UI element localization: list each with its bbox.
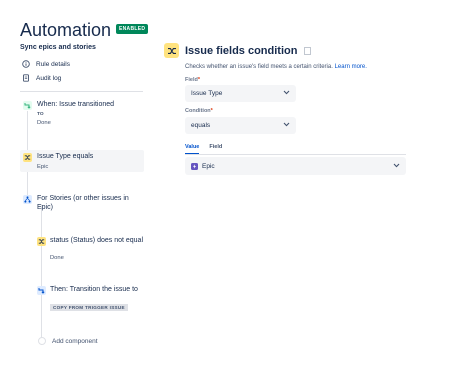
copy-icon[interactable] (303, 47, 311, 56)
chevron-down-icon (393, 163, 400, 170)
rule-details-label: Rule details (36, 60, 70, 68)
rule-details-link[interactable]: Rule details (22, 60, 70, 68)
audit-log-label: Audit log (36, 74, 62, 82)
audit-log-link[interactable]: Audit log (22, 74, 61, 82)
shuffle-icon (23, 153, 32, 162)
condition-value: Epic (37, 164, 49, 170)
epic-icon (191, 162, 198, 170)
value-select[interactable]: Epic (185, 157, 406, 175)
add-component-button[interactable]: Add component (38, 337, 98, 345)
value-field-tabs: Value Field (185, 144, 222, 154)
condition-label-text: Condition (185, 108, 211, 114)
panel-title: Issue fields condition (185, 45, 311, 57)
info-icon (22, 60, 30, 68)
tab-field[interactable]: Field (209, 144, 222, 154)
condition-label: Condition* (185, 108, 213, 114)
panel-title-text: Issue fields condition (185, 45, 298, 57)
value-select-content: Epic (191, 162, 215, 170)
condition-component[interactable]: Issue Type equals Epic (20, 151, 144, 173)
field-label: Field* (185, 77, 200, 83)
page-title: Automation (20, 20, 112, 40)
chevron-down-icon (283, 90, 290, 97)
chevron-down-icon (283, 122, 290, 129)
shuffle-icon (37, 237, 46, 246)
shuffle-icon (164, 43, 179, 58)
add-dot-icon (38, 337, 46, 345)
trigger-to-label: TO (37, 112, 44, 117)
trigger-component[interactable]: When: Issue transitioned TO Done (20, 100, 144, 130)
rule-name: Sync epics and stories (20, 44, 96, 51)
add-component-label: Add component (52, 337, 98, 345)
transition-icon (23, 101, 32, 110)
tab-value[interactable]: Value (185, 144, 200, 154)
branch-condition-value: Done (50, 255, 64, 261)
transition-icon (37, 286, 46, 295)
branch-icon (23, 195, 32, 204)
required-mark: * (197, 77, 200, 83)
timeline-line (41, 205, 42, 345)
field-label-text: Field (185, 77, 198, 83)
trigger-title: When: Issue transitioned (37, 101, 115, 108)
learn-more-link[interactable]: Learn more. (335, 64, 367, 70)
action-title: Then: Transition the issue to (50, 286, 138, 293)
condition-select-value: equals (191, 122, 211, 129)
sidebar-divider (20, 91, 143, 92)
condition-select[interactable]: equals (185, 117, 296, 134)
copy-tag: COPY FROM TRIGGER ISSUE (50, 304, 128, 311)
branch-title: For Stories (or other issues in Epic) (37, 195, 129, 211)
field-select[interactable]: Issue Type (185, 85, 296, 102)
document-icon (22, 74, 30, 82)
tab-divider (185, 154, 406, 155)
field-select-value: Issue Type (191, 90, 223, 97)
condition-title: Issue Type equals (37, 153, 94, 160)
panel-description-text: Checks whether an issue's field meets a … (185, 64, 333, 70)
status-badge: ENABLED (116, 24, 149, 34)
required-mark: * (210, 108, 213, 114)
branch-condition-component[interactable]: status (Status) does not equal Done (34, 236, 144, 266)
branch-component[interactable]: For Stories (or other issues in Epic) (20, 194, 144, 218)
value-select-text: Epic (202, 162, 215, 170)
action-component[interactable]: Then: Transition the issue to COPY FROM … (34, 285, 144, 315)
panel-description: Checks whether an issue's field meets a … (185, 64, 367, 70)
branch-condition-title: status (Status) does not equal (50, 237, 143, 244)
trigger-status: Done (37, 120, 51, 126)
